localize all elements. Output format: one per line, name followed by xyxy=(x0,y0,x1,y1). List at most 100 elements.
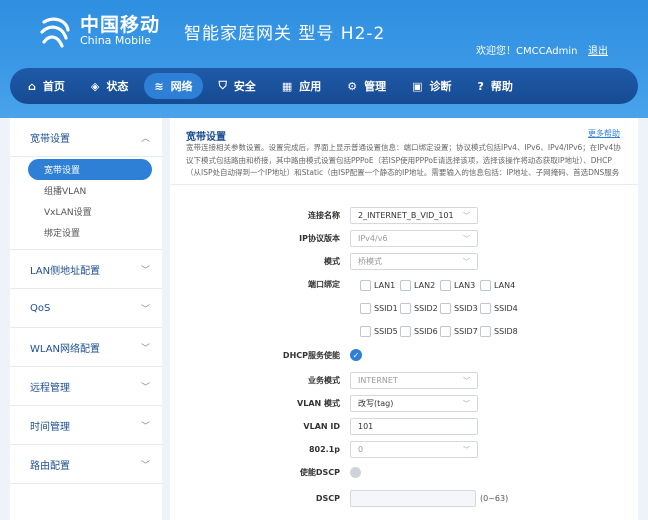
select-value: 2_INTERNET_B_VID_101 xyxy=(358,211,454,220)
ip-protocol-select[interactable]: IPv4/v6 ﹀ xyxy=(350,230,478,247)
port-ssid2[interactable]: SSID2 xyxy=(400,303,440,314)
sidebar-item-broadband-settings[interactable]: 宽带设置 xyxy=(28,159,152,180)
port-label: SSID5 xyxy=(374,327,398,336)
checkbox[interactable] xyxy=(440,280,451,291)
port-ssid6[interactable]: SSID6 xyxy=(400,326,440,337)
checkbox[interactable] xyxy=(400,280,411,291)
nav-manage[interactable]: ⚙ 管理 xyxy=(337,73,396,99)
sidebar: 宽带设置 ︿ 宽带设置 组播VLAN VxLAN设置 绑定设置 LAN侧地址配置… xyxy=(10,118,162,520)
header: 中国移动 China Mobile 智能家庭网关 型号 H2-2 欢迎您！CMC… xyxy=(0,0,648,118)
wifi-icon: ≋ xyxy=(154,79,164,93)
vlan-id-input[interactable]: 101 xyxy=(350,418,478,435)
nav-status[interactable]: ◈ 状态 xyxy=(81,73,138,99)
nav-label: 状态 xyxy=(106,80,129,93)
sidebar-item-multicast-vlan[interactable]: 组播VLAN xyxy=(10,180,162,201)
sidebar-group-qos[interactable]: QoS ﹀ xyxy=(10,289,162,328)
ip-protocol-label: IP协议版本 xyxy=(299,234,340,243)
sidebar-submenu: 宽带设置 组播VLAN VxLAN设置 绑定设置 xyxy=(10,157,162,250)
port-row-lan: LAN1 LAN2 LAN3 LAN4 xyxy=(360,275,630,296)
port-lan1[interactable]: LAN1 xyxy=(360,280,400,291)
nav-network[interactable]: ≋ 网络 xyxy=(144,73,203,99)
chevron-down-icon: ﹀ xyxy=(463,399,470,408)
vlan-id-label: VLAN ID xyxy=(303,422,340,431)
port-ssid5[interactable]: SSID5 xyxy=(360,326,400,337)
port-row-ssid-1: SSID1 SSID2 SSID3 SSID4 xyxy=(360,298,630,319)
8021p-label: 802.1p xyxy=(308,445,340,454)
sidebar-item-binding[interactable]: 绑定设置 xyxy=(10,222,162,243)
chevron-down-icon: ﹀ xyxy=(140,421,150,432)
sidebar-group-time[interactable]: 时间管理 ﹀ xyxy=(10,406,162,445)
checkbox[interactable] xyxy=(480,303,491,314)
brand-name-cn: 中国移动 xyxy=(80,14,161,36)
sidebar-group-wlan[interactable]: WLAN网络配置 ﹀ xyxy=(10,328,162,367)
nav-label: 网络 xyxy=(170,80,193,93)
select-value: 改写(tag) xyxy=(358,399,394,408)
service-mode-select[interactable]: INTERNET ﹀ xyxy=(350,372,478,389)
checkbox[interactable] xyxy=(360,303,371,314)
nav-home[interactable]: ⌂ 首页 xyxy=(18,73,75,99)
port-label: SSID3 xyxy=(454,304,478,313)
nav-help[interactable]: ? 帮助 xyxy=(468,73,523,99)
port-ssid8[interactable]: SSID8 xyxy=(480,326,520,337)
checkbox[interactable] xyxy=(440,303,451,314)
enable-dscp-checkbox[interactable] xyxy=(350,467,361,478)
port-lan2[interactable]: LAN2 xyxy=(400,280,440,291)
port-lan3[interactable]: LAN3 xyxy=(440,280,480,291)
chevron-down-icon: ﹀ xyxy=(140,382,150,393)
port-ssid7[interactable]: SSID7 xyxy=(440,326,480,337)
nav-diagnose[interactable]: ▣ 诊断 xyxy=(402,73,461,99)
dscp-range-hint: (0~63) xyxy=(480,494,509,503)
more-help-link[interactable]: 更多帮助 xyxy=(588,128,620,139)
sidebar-group-lan[interactable]: LAN侧地址配置 ﹀ xyxy=(10,250,162,289)
checkbox[interactable] xyxy=(400,303,411,314)
sidebar-group-label: 时间管理 xyxy=(30,421,70,433)
nav-apps[interactable]: ▦ 应用 xyxy=(272,73,331,99)
dscp-label: DSCP xyxy=(315,494,340,503)
sidebar-group-route[interactable]: 路由配置 ﹀ xyxy=(10,445,162,484)
help-icon: ? xyxy=(477,79,484,93)
mode-select[interactable]: 桥模式 ﹀ xyxy=(350,253,478,270)
main-nav: ⌂ 首页 ◈ 状态 ≋ 网络 ⛉ 安全 ▦ 应用 ⚙ 管理 ▣ 诊断 ? 帮助 xyxy=(10,68,638,104)
nav-label: 安全 xyxy=(233,80,256,93)
connection-name-select[interactable]: 2_INTERNET_B_VID_101 ﹀ xyxy=(350,207,478,224)
nav-security[interactable]: ⛉ 安全 xyxy=(209,73,266,99)
chevron-down-icon: ﹀ xyxy=(140,460,150,471)
brand-name-en: China Mobile xyxy=(80,34,152,47)
chevron-down-icon: ﹀ xyxy=(140,265,150,276)
home-icon: ⌂ xyxy=(28,79,36,93)
sidebar-group-remote[interactable]: 远程管理 ﹀ xyxy=(10,367,162,406)
checkbox[interactable] xyxy=(400,326,411,337)
port-label: LAN4 xyxy=(494,281,516,290)
8021p-select[interactable]: 0 ﹀ xyxy=(350,441,478,458)
checkbox[interactable] xyxy=(360,280,371,291)
checkbox[interactable] xyxy=(480,326,491,337)
dscp-input[interactable] xyxy=(350,490,476,507)
select-value: 0 xyxy=(358,445,364,454)
form-row-dscp: DSCP (0~63) xyxy=(170,490,638,507)
port-label: SSID8 xyxy=(494,327,518,336)
sidebar-group-label: 远程管理 xyxy=(30,382,70,394)
port-ssid4[interactable]: SSID4 xyxy=(480,303,520,314)
sidebar-item-vxlan[interactable]: VxLAN设置 xyxy=(10,201,162,222)
port-lan4[interactable]: LAN4 xyxy=(480,280,520,291)
form-row-vlan-id: VLAN ID 101 xyxy=(170,418,638,435)
checkbox[interactable] xyxy=(480,280,491,291)
nav-label: 首页 xyxy=(42,80,65,93)
port-ssid3[interactable]: SSID3 xyxy=(440,303,480,314)
main-content: 宽带设置 更多帮助 宽带连接相关参数设置。设置完成后，界面上显示普通设置信息：端… xyxy=(170,118,638,520)
vlan-mode-select[interactable]: 改写(tag) ﹀ xyxy=(350,395,478,412)
logout-link[interactable]: 退出 xyxy=(588,42,608,57)
select-value: 桥模式 xyxy=(358,257,382,266)
checkbox[interactable] xyxy=(360,326,371,337)
gear-icon: ⚙ xyxy=(347,79,358,93)
form-row-dhcp: DHCP服务使能 ✓ xyxy=(170,349,638,361)
checkbox[interactable] xyxy=(440,326,451,337)
sidebar-group-label: 宽带设置 xyxy=(30,133,70,145)
port-ssid1[interactable]: SSID1 xyxy=(360,303,400,314)
sidebar-group-broadband[interactable]: 宽带设置 ︿ xyxy=(10,118,162,157)
chevron-down-icon: ﹀ xyxy=(463,376,470,385)
dhcp-enable-checkbox[interactable]: ✓ xyxy=(350,349,362,361)
port-binding-group: LAN1 LAN2 LAN3 LAN4 SSID1 SSID2 SSID3 SS… xyxy=(360,275,630,344)
form-row-service-mode: 业务模式 INTERNET ﹀ xyxy=(170,372,638,389)
page-description: 宽带连接相关参数设置。设置完成后，界面上显示普通设置信息：端口绑定设置；协议模式… xyxy=(186,143,621,178)
